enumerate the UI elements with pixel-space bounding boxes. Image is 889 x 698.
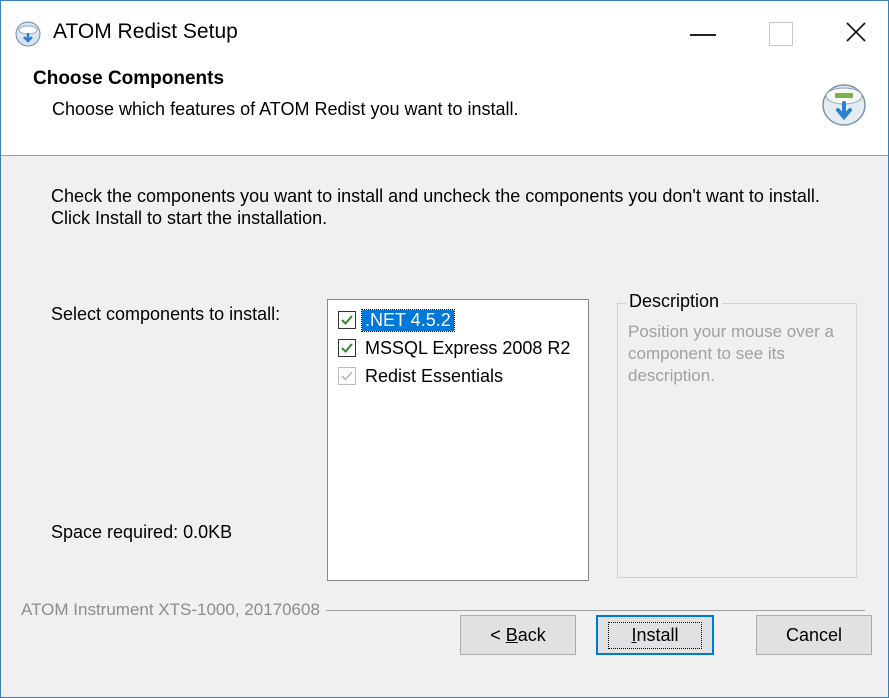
- component-item-mssql-express[interactable]: MSSQL Express 2008 R2: [338, 336, 573, 360]
- back-button-rest: ack: [517, 624, 546, 645]
- window-title: ATOM Redist Setup: [53, 20, 238, 43]
- back-button-mnemonic: B: [505, 624, 518, 645]
- maximize-button[interactable]: [751, 1, 813, 63]
- page-subtitle: Choose which features of ATOM Redist you…: [52, 99, 519, 119]
- checkmark-icon: [341, 371, 353, 381]
- installer-app-icon: [15, 21, 41, 47]
- close-icon: [846, 22, 866, 42]
- component-item-redist-essentials: Redist Essentials: [338, 364, 506, 388]
- title-bar[interactable]: ATOM Redist Setup: [1, 1, 888, 63]
- install-button-focus: Install: [608, 621, 702, 649]
- install-disc-icon: [822, 84, 866, 126]
- checkbox-net-452[interactable]: [338, 311, 356, 329]
- instructions-text: Check the components you want to install…: [51, 186, 820, 228]
- checkbox-redist-essentials: [338, 367, 356, 385]
- page-title: Choose Components: [33, 68, 225, 89]
- components-tree[interactable]: .NET 4.5.2 MSSQL Express 2008 R2 Redist …: [327, 299, 589, 581]
- install-button[interactable]: Install: [596, 615, 714, 655]
- description-text: Position your mouse over a component to …: [628, 322, 834, 385]
- component-label-redist-essentials: Redist Essentials: [365, 365, 504, 386]
- component-item-net-452[interactable]: .NET 4.5.2: [338, 308, 455, 332]
- installer-window: ATOM Redist Setup Choose Components Choo…: [0, 0, 889, 698]
- branding-text: ATOM Instrument XTS-1000, 20170608: [21, 600, 326, 620]
- checkmark-icon: [341, 315, 353, 325]
- close-button[interactable]: [825, 1, 887, 63]
- install-button-rest: nstall: [636, 624, 679, 645]
- description-legend: Description: [626, 291, 723, 312]
- space-required-label: Space required: 0.0KB: [51, 522, 233, 542]
- component-label-net-452[interactable]: .NET 4.5.2: [361, 308, 455, 332]
- checkmark-icon: [341, 343, 353, 353]
- minimize-button[interactable]: [671, 1, 733, 63]
- page-header: Choose Components Choose which features …: [1, 63, 888, 156]
- back-button[interactable]: < Back: [460, 615, 576, 655]
- component-label-mssql-express[interactable]: MSSQL Express 2008 R2: [362, 338, 573, 359]
- back-button-prefix: <: [490, 624, 506, 645]
- cancel-button[interactable]: Cancel: [756, 615, 872, 655]
- checkbox-mssql-express[interactable]: [338, 339, 356, 357]
- select-components-label: Select components to install:: [51, 304, 281, 324]
